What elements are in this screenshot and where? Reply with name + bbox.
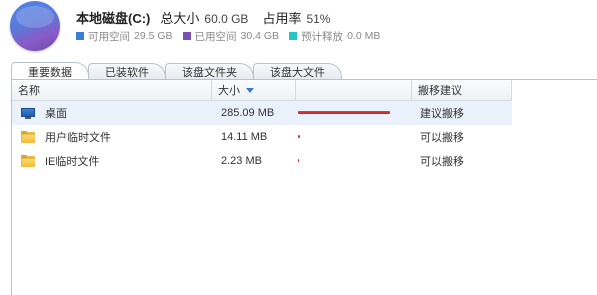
table-row[interactable]: 桌面 285.09 MB 建议搬移 [12,101,512,125]
usage-value: 51% [306,12,331,26]
row-icon [21,101,35,125]
size-bar-fill [298,111,390,114]
legend-expected-release: 预计释放 0.0 MB [289,29,380,44]
total-size-value: 60.0 GB [204,12,249,26]
column-header-label: 名称 [18,85,40,97]
column-header-label: 搬移建议 [418,85,462,97]
legend-label: 预计释放 [301,30,344,43]
folder-icon [21,155,35,167]
row-name: 桌面 [45,108,67,120]
disk-summary: 本地磁盘(C:) 总大小 60.0 GB 占用率 51% [76,8,330,26]
file-table: 名称 大小 搬移建议 桌面 285.09 MB 建议搬移 用户临时文件 14.1… [11,80,597,295]
legend-value: 30.4 GB [240,30,280,42]
row-size: 14.11 MB [221,131,268,143]
sort-down-icon [246,87,254,93]
table-row[interactable]: IE临时文件 2.23 MB 可以搬移 [12,149,512,173]
size-bar-fill [298,135,300,138]
desktop-icon [21,107,35,119]
space-legend: 可用空间 29.5 GB 已用空间 30.4 GB 预计释放 0.0 MB [76,29,390,43]
row-size: 2.23 MB [221,155,262,167]
disk-icon [10,1,60,51]
row-advice: 可以搬移 [420,156,464,168]
legend-value: 0.0 MB [347,30,381,42]
legend-free-space: 可用空间 29.5 GB [76,29,173,44]
column-header-name[interactable]: 名称 [12,80,212,100]
column-header-advice[interactable]: 搬移建议 [412,80,512,100]
size-bar-fill [298,159,299,162]
folder-icon [21,131,35,143]
column-header-label: 大小 [218,85,240,97]
usage-label: 占用率 [262,11,302,26]
tab-bar: 重要数据 已装软件 该盘文件夹 该盘大文件 [11,62,597,80]
legend-label: 可用空间 [88,30,130,43]
legend-label: 已用空间 [194,30,237,43]
used-space-swatch [182,32,191,40]
size-bar [298,111,390,114]
total-size-label: 总大小 [160,11,200,26]
legend-used-space: 已用空间 30.4 GB [182,29,280,44]
tab-disk-large-files[interactable]: 该盘大文件 [253,63,342,80]
free-space-swatch [76,32,84,40]
size-bar [298,135,390,138]
row-name: 用户临时文件 [45,132,111,144]
drive-name: 本地磁盘(C:) [76,11,151,26]
tab-installed-software[interactable]: 已装软件 [88,63,166,80]
table-header: 名称 大小 搬移建议 [12,80,512,101]
tab-important-data[interactable]: 重要数据 [11,62,89,80]
row-advice: 可以搬移 [420,132,464,144]
column-header-bar[interactable] [296,80,412,100]
tab-disk-folders[interactable]: 该盘文件夹 [165,63,254,80]
column-header-size[interactable]: 大小 [212,80,296,100]
table-row[interactable]: 用户临时文件 14.11 MB 可以搬移 [12,125,512,149]
size-bar [298,159,390,162]
legend-value: 29.5 GB [134,30,173,42]
row-advice: 建议搬移 [420,108,464,120]
expected-release-swatch [289,32,298,40]
row-icon [21,125,35,149]
row-size: 285.09 MB [221,107,275,119]
row-icon [21,149,35,173]
row-name: IE临时文件 [45,156,100,168]
